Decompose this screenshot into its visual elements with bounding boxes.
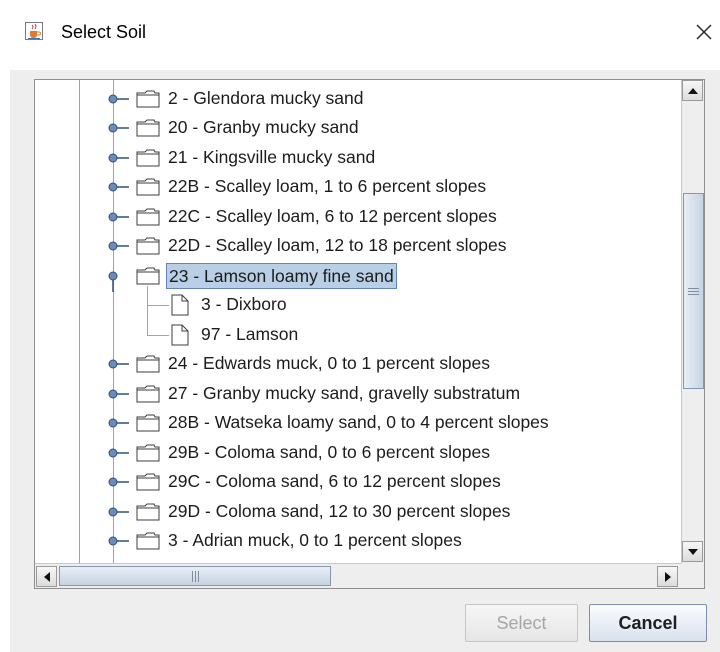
tree-leaf[interactable]: 97 - Lamson [199, 322, 300, 346]
scroll-down-button[interactable] [682, 541, 703, 562]
tree-node[interactable]: 21 - Kingsville mucky sand [166, 145, 377, 169]
folder-icon [136, 502, 160, 526]
tree-node[interactable]: 27 - Granby mucky sand, gravelly substra… [166, 381, 522, 405]
arrow-up-icon [687, 87, 698, 94]
scroll-right-button[interactable] [657, 566, 678, 587]
tree-branch-line [147, 334, 169, 336]
folder-icon [136, 472, 160, 496]
scroll-left-button[interactable] [36, 566, 57, 587]
vertical-scroll-thumb[interactable] [683, 193, 704, 389]
tree-branch-line [147, 285, 148, 335]
tree-leaf[interactable]: 3 - Dixboro [199, 292, 289, 316]
expand-toggle-icon[interactable] [108, 505, 130, 519]
folder-icon [136, 207, 160, 231]
close-button[interactable] [688, 16, 720, 48]
tree-guide-line [79, 80, 80, 563]
expand-toggle-icon[interactable] [108, 92, 130, 106]
document-icon [171, 324, 189, 351]
expand-toggle-icon[interactable] [108, 151, 130, 165]
folder-icon [136, 89, 160, 113]
folder-icon [136, 148, 160, 172]
grip-icon [191, 570, 199, 582]
tree-node-selected[interactable]: 23 - Lamson loamy fine sand [166, 262, 397, 289]
tree-node[interactable]: 22C - Scalley loam, 6 to 12 percent slop… [166, 204, 499, 228]
tree-node[interactable]: 22B - Scalley loam, 1 to 6 percent slope… [166, 174, 488, 198]
expand-toggle-icon[interactable] [108, 534, 130, 548]
soil-tree[interactable]: 2 - Glendora mucky sand 20 - Granby mucky… [35, 80, 681, 563]
folder-icon [136, 413, 160, 437]
arrow-left-icon [43, 571, 50, 582]
window-left-border [0, 70, 10, 652]
expand-toggle-icon[interactable] [108, 121, 130, 135]
tree-node[interactable]: 29C - Coloma sand, 6 to 12 percent slope… [166, 469, 503, 493]
folder-icon [136, 266, 160, 290]
tree-node[interactable]: 22D - Scalley loam, 12 to 18 percent slo… [166, 233, 509, 257]
scrollbar-corner [681, 563, 704, 588]
arrow-right-icon [664, 571, 671, 582]
folder-icon [136, 384, 160, 408]
expand-toggle-icon[interactable] [108, 446, 130, 460]
tree-branch-line [147, 305, 169, 307]
collapse-toggle-icon[interactable] [106, 271, 128, 292]
tree-node[interactable]: 24 - Edwards muck, 0 to 1 percent slopes [166, 351, 492, 375]
title-bar: Select Soil [0, 0, 720, 70]
grip-icon [688, 287, 699, 295]
window-title: Select Soil [61, 22, 147, 42]
expand-toggle-icon[interactable] [108, 475, 130, 489]
folder-icon [136, 236, 160, 260]
soil-tree-scrollpane: 2 - Glendora mucky sand 20 - Granby mucky… [34, 79, 705, 589]
folder-icon [136, 443, 160, 467]
folder-icon [136, 118, 160, 142]
horizontal-scrollbar[interactable] [35, 563, 681, 588]
close-x-icon [696, 24, 712, 40]
folder-icon [136, 354, 160, 378]
expand-toggle-icon[interactable] [108, 387, 130, 401]
scroll-up-button[interactable] [682, 80, 703, 101]
expand-toggle-icon[interactable] [108, 180, 130, 194]
tree-node[interactable]: 2 - Glendora mucky sand [166, 86, 366, 110]
horizontal-scroll-thumb[interactable] [59, 566, 331, 586]
tree-node[interactable]: 29D - Coloma sand, 12 to 30 percent slop… [166, 499, 512, 523]
expand-toggle-icon[interactable] [108, 210, 130, 224]
tree-node[interactable]: 3 - Adrian muck, 0 to 1 percent slopes [166, 528, 464, 552]
expand-toggle-icon[interactable] [108, 357, 130, 371]
tree-node[interactable]: 20 - Granby mucky sand [166, 115, 361, 139]
cancel-button[interactable]: Cancel [589, 604, 707, 642]
tree-node[interactable]: 28B - Watseka loamy sand, 0 to 4 percent… [166, 410, 551, 434]
select-button[interactable]: Select [465, 604, 578, 642]
folder-icon [136, 177, 160, 201]
arrow-down-icon [687, 548, 698, 555]
vertical-scrollbar[interactable] [681, 80, 704, 563]
document-icon [171, 294, 189, 321]
tree-node[interactable]: 29B - Coloma sand, 0 to 6 percent slopes [166, 440, 492, 464]
java-cup-icon [25, 22, 43, 40]
folder-icon [136, 531, 160, 555]
expand-toggle-icon[interactable] [108, 416, 130, 430]
expand-toggle-icon[interactable] [108, 239, 130, 253]
